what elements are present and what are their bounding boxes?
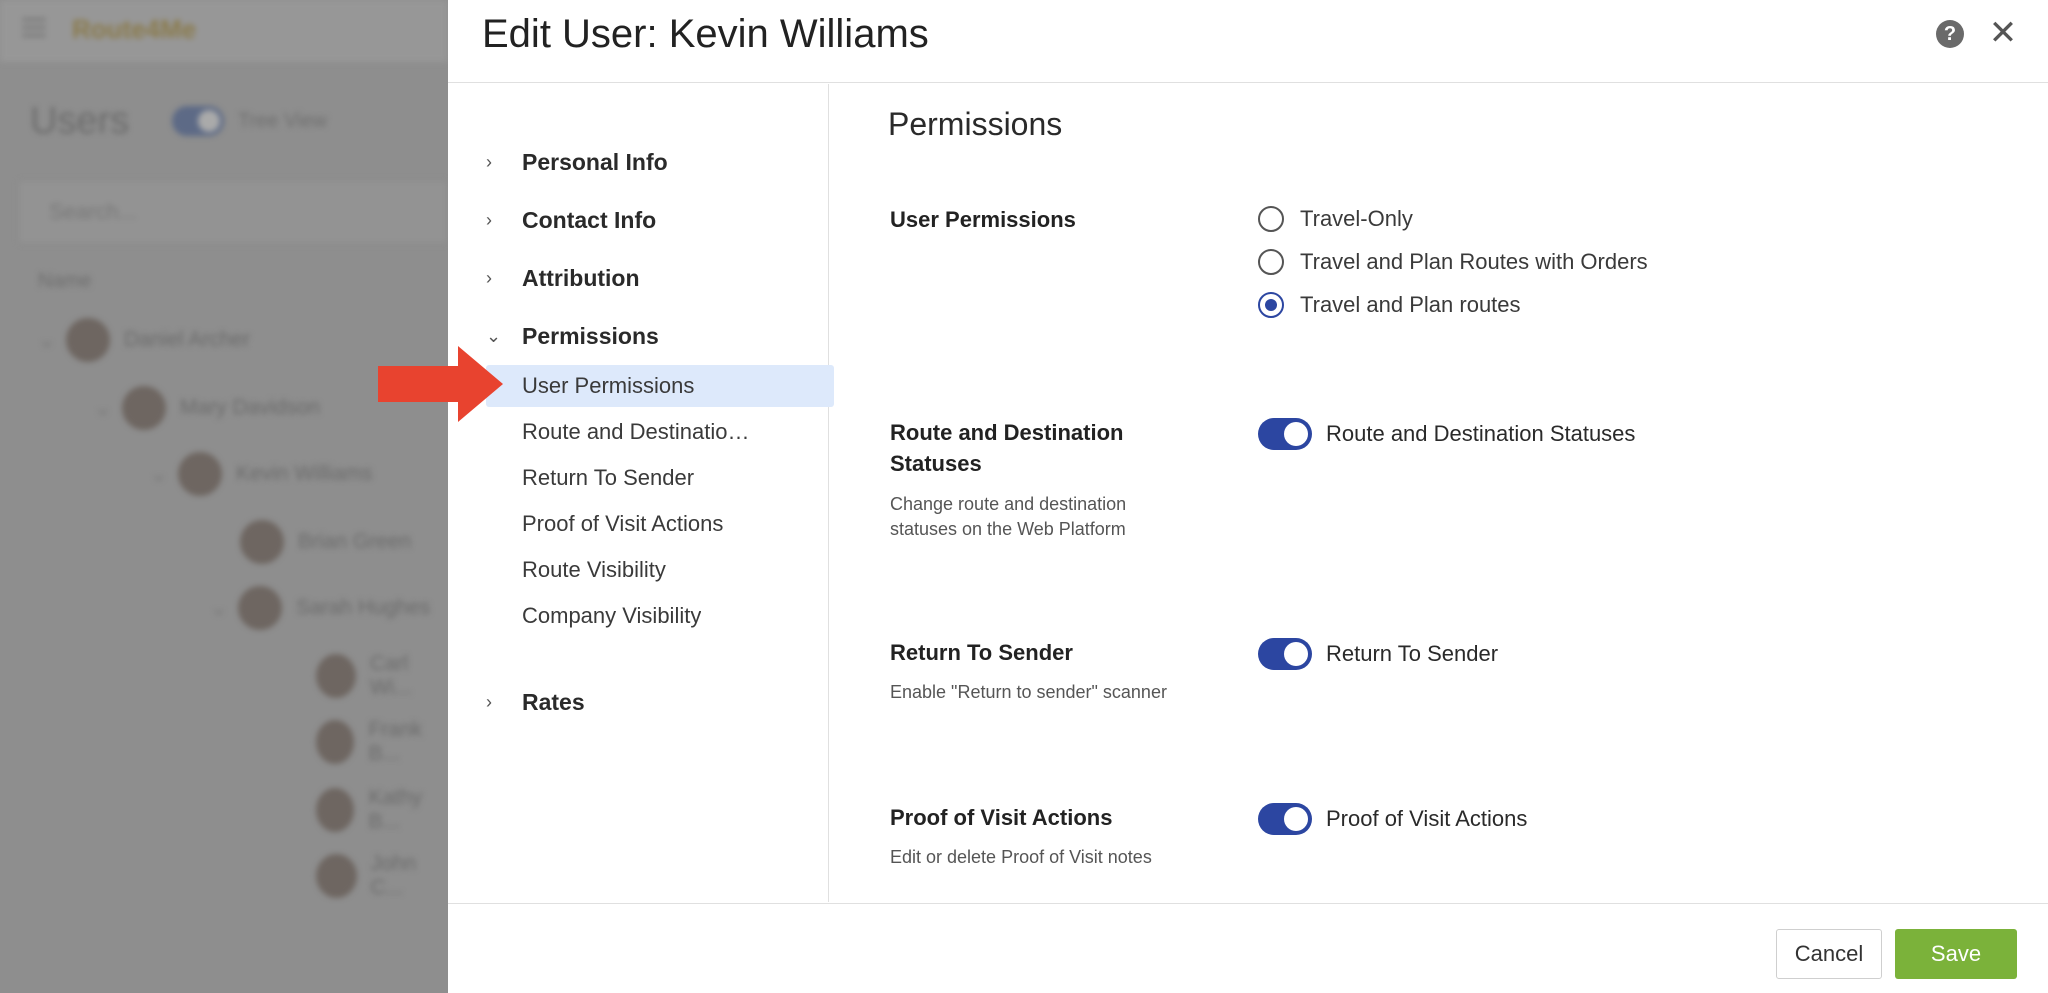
avatar [122,386,166,430]
chevron-down-icon: ⌄ [486,325,502,346]
return-to-sender-label: Return To Sender [890,640,1073,665]
edit-user-modal: Edit User: Kevin Williams ? ✕ › Personal… [448,0,2048,993]
close-icon[interactable]: ✕ [1988,16,2018,50]
pointer-arrow-icon [378,346,503,422]
modal-side-nav: › Personal Info › Contact Info › Attribu… [448,84,834,902]
chevron-right-icon: › [486,691,492,712]
background-user-row: ⌄ Sarah Hughes [210,578,430,638]
tree-view-label: Tree View [238,110,327,132]
avatar [240,520,284,564]
radio-label: Travel and Plan routes [1300,292,1521,317]
nav-item-route-visibility[interactable]: Route Visibility [486,549,834,591]
avatar [316,788,355,832]
permissions-content: Permissions User Permissions Travel-Only… [830,84,2048,902]
avatar [178,452,222,496]
nav-section-rates[interactable]: › Rates [486,682,585,722]
radio-circle [1258,249,1284,275]
cancel-button[interactable]: Cancel [1776,929,1882,979]
proof-of-visit-toggle-row: Proof of Visit Actions [1258,802,1527,836]
nav-section-label: Personal Info [522,148,668,175]
background-user-row: Frank B... [316,712,448,772]
nav-section-label: Rates [522,688,585,715]
background-column-name: Name [38,270,92,292]
chevron-right-icon: › [486,267,492,288]
nav-section-label: Attribution [522,264,640,291]
background-user-row: Brian Green [240,512,411,572]
background-user-row: ⌄ Mary Davidson [94,378,320,438]
background-search-placeholder: Search... [49,199,138,224]
route-statuses-toggle-row: Route and Destination Statuses [1258,417,1635,451]
section-title: Permissions [888,106,1063,142]
avatar [238,586,282,630]
modal-footer: Cancel Save [448,903,2048,993]
proof-of-visit-toggle[interactable] [1258,803,1312,835]
toggle-label: Proof of Visit Actions [1326,806,1528,831]
nav-section-attribution[interactable]: › Attribution [486,258,640,298]
background-user-row: Kathy B... [316,780,448,840]
modal-title: Edit User: Kevin Williams [482,12,929,56]
route-statuses-desc-line1: Change route and destination [890,494,1127,514]
radio-travel-plan-routes-orders[interactable]: Travel and Plan Routes with Orders [1258,245,1648,279]
background-user-row: ⌄ Daniel Archer [38,310,250,370]
nav-item-user-permissions[interactable]: User Permissions [486,365,834,407]
return-to-sender-toggle[interactable] [1258,638,1312,670]
nav-section-permissions[interactable]: ⌄ Permissions [486,316,659,356]
avatar [66,318,110,362]
background-topbar [0,0,448,62]
background-user-row: Carl Wi... [316,646,448,706]
hamburger-menu-icon [22,18,46,38]
save-button[interactable]: Save [1895,929,2017,979]
radio-travel-plan-routes[interactable]: Travel and Plan routes [1258,288,1521,322]
background-page-title: Users [30,100,130,142]
route-statuses-label-line1: Route and Destination [890,420,1124,445]
modal-header: Edit User: Kevin Williams ? ✕ [448,0,2048,83]
nav-section-label: Permissions [522,322,659,349]
nav-item-route-destination-statuses[interactable]: Route and Destination Statuses [486,411,834,453]
route-statuses-label-line2: Statuses [890,451,982,476]
background-search-bar: Search... [18,180,448,244]
background-user-row: John C... [316,846,448,906]
route-statuses-desc-line2: statuses on the Web Platform [890,519,1126,539]
avatar [316,854,357,898]
radio-travel-only[interactable]: Travel-Only [1258,202,1413,236]
toggle-label: Route and Destination Statuses [1326,421,1636,446]
background-app: Route4Me Users Tree View Search... Name … [0,0,448,993]
nav-section-label: Contact Info [522,206,657,233]
proof-of-visit-label: Proof of Visit Actions [890,805,1113,830]
help-icon[interactable]: ? [1936,20,1964,48]
app-logo: Route4Me [72,14,197,44]
background-app-content: Route4Me Users Tree View Search... Name … [0,0,448,993]
nav-item-company-visibility[interactable]: Company Visibility [486,595,834,637]
user-permissions-label: User Permissions [890,207,1076,232]
radio-circle-selected [1258,292,1284,318]
route-statuses-toggle[interactable] [1258,418,1312,450]
proof-of-visit-desc: Edit or delete Proof of Visit notes [890,847,1152,867]
radio-label: Travel-Only [1300,206,1413,231]
nav-item-return-to-sender[interactable]: Return To Sender [486,457,834,499]
avatar [316,720,355,764]
radio-circle [1258,206,1284,232]
radio-label: Travel and Plan Routes with Orders [1300,249,1648,274]
return-to-sender-toggle-row: Return To Sender [1258,637,1498,671]
nav-section-personal-info[interactable]: › Personal Info [486,142,668,182]
nav-item-proof-of-visit-actions[interactable]: Proof of Visit Actions [486,503,834,545]
avatar [316,654,356,698]
chevron-right-icon: › [486,209,492,230]
nav-section-contact-info[interactable]: › Contact Info [486,200,656,240]
background-user-row: ⌄ Kevin Williams [150,444,373,504]
chevron-right-icon: › [486,151,492,172]
toggle-label: Return To Sender [1326,641,1499,666]
return-to-sender-desc: Enable "Return to sender" scanner [890,682,1167,702]
tree-view-toggle [172,106,224,136]
